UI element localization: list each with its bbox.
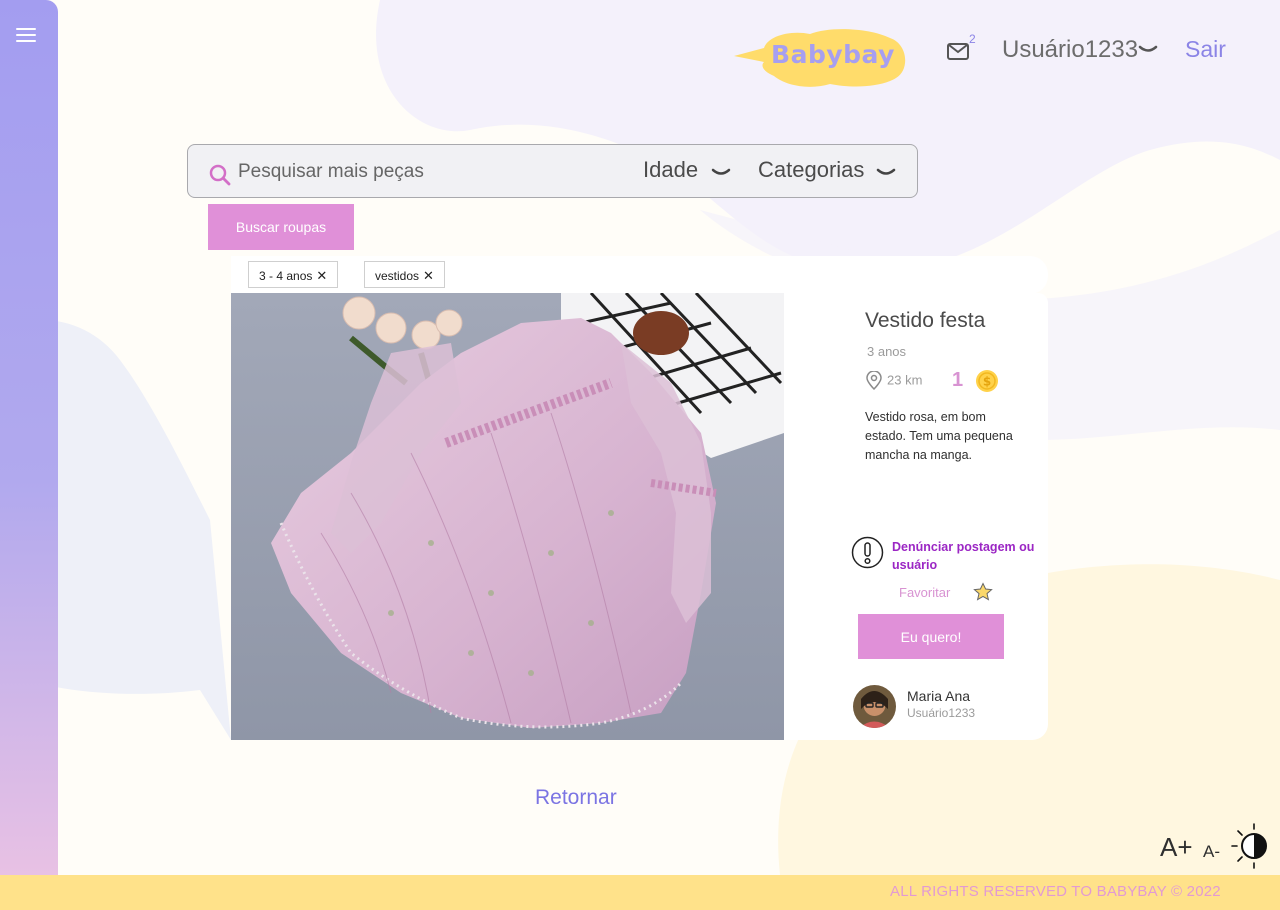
chevron-down-icon [711,168,731,175]
filter-tag-label: 3 - 4 anos [259,269,313,283]
font-decrease-button[interactable]: A- [1203,842,1220,862]
footer: ALL RIGHTS RESERVED TO BABYBAY © 2022 [0,875,1280,910]
chevron-down-icon[interactable] [1138,44,1158,56]
star-icon[interactable] [973,582,993,602]
favorite-link[interactable]: Favoritar [899,585,950,600]
filter-tag-label: vestidos [375,269,420,283]
contrast-toggle-icon[interactable] [1230,822,1272,870]
menu-icon[interactable] [16,28,36,44]
age-filter-dropdown[interactable]: Idade [643,157,731,183]
logout-link[interactable]: Sair [1185,36,1226,63]
want-button[interactable]: Eu quero! [858,614,1004,659]
product-photo[interactable] [231,293,784,740]
product-age: 3 anos [867,344,907,359]
user-name[interactable]: Usuário1233 [1002,36,1138,64]
footer-copyright: ALL RIGHTS RESERVED TO BABYBAY © 2022 [890,883,1221,900]
product-title: Vestido festa [865,309,986,332]
report-link[interactable]: Denúnciar postagem ou usuário [892,538,1048,574]
search-clothes-button[interactable]: Buscar roupas [208,204,354,250]
logo-text[interactable]: Babybay [770,40,896,69]
product-distance-value: 23 km [887,372,923,388]
filter-tag[interactable]: 3 - 4 anos ✕ [248,261,339,288]
product-price: 1 [952,369,964,391]
seller-name: Maria Ana [907,688,971,704]
chevron-down-icon [876,168,896,175]
close-icon[interactable]: ✕ [316,268,327,283]
close-icon[interactable]: ✕ [423,268,434,283]
category-filter-dropdown[interactable]: Categorias [758,157,896,183]
sidebar [0,0,58,875]
back-link[interactable]: Retornar [535,786,617,810]
active-filters: 3 - 4 anos ✕ vestidos ✕ [231,256,1048,294]
product-distance: 23 km [865,371,922,391]
mail-badge: 2 [969,32,976,46]
search-input[interactable] [238,157,598,187]
font-increase-button[interactable]: A+ [1160,832,1193,863]
age-filter-label: Idade [643,157,699,182]
filter-tag[interactable]: vestidos ✕ [364,261,445,288]
svg-text:$: $ [983,375,991,389]
alert-icon[interactable] [851,536,884,569]
search-icon[interactable] [208,163,232,187]
avatar[interactable] [853,685,896,728]
seller-username: Usuário1233 [907,706,976,720]
location-pin-icon [866,371,882,391]
product-card: Vestido festa 3 anos 23 km 1 $ Vestido r… [231,293,1048,740]
search-bar: Idade Categorias [187,144,918,198]
category-filter-label: Categorias [758,157,865,182]
coin-icon: $ [976,370,998,392]
product-description: Vestido rosa, em bom estado. Tem uma peq… [865,410,1013,462]
